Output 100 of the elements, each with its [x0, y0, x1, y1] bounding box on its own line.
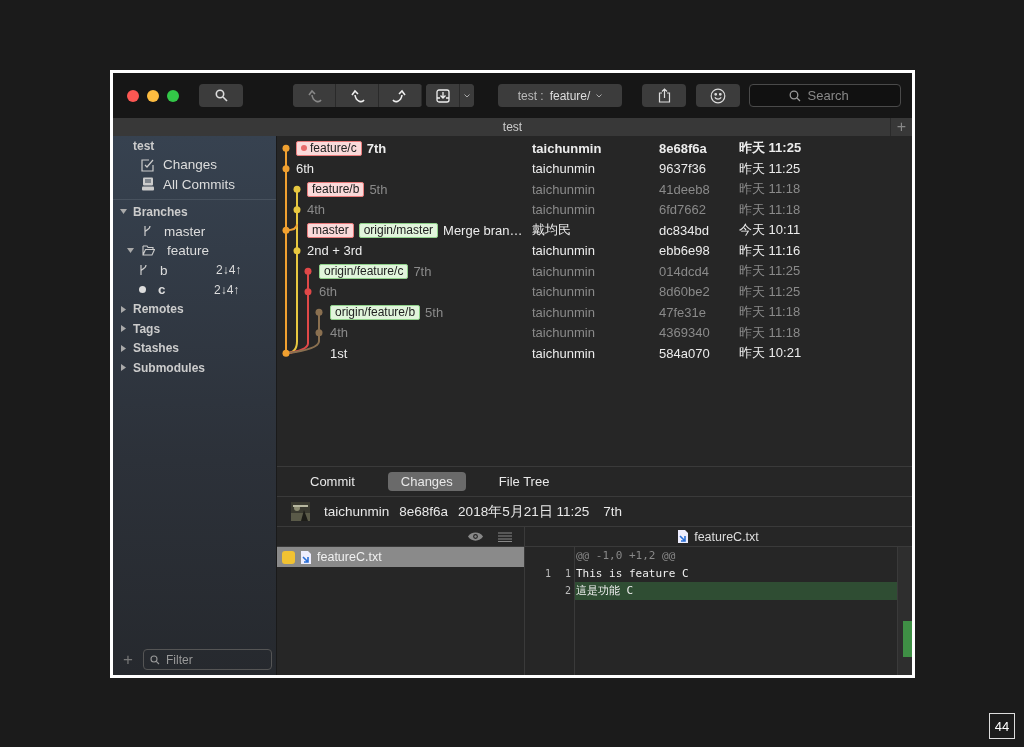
remote-branch-label[interactable]: origin/master — [358, 222, 439, 238]
line-number: 1 — [563, 567, 572, 579]
sidebar-item[interactable]: Changes — [113, 155, 276, 175]
search-icon — [150, 654, 160, 665]
branch-icon — [139, 264, 148, 277]
commit-author: taichunmin — [532, 325, 596, 341]
commit-author: taichunmin — [532, 140, 603, 156]
branch-name[interactable]: b — [160, 262, 208, 278]
detail-tab[interactable]: Changes — [387, 472, 466, 491]
ahead-behind-count: 2↓4↑ — [214, 282, 240, 297]
branch-name[interactable]: feature — [167, 243, 210, 259]
commit-hash: 014dcd4 — [659, 263, 710, 279]
commit-message: 1st — [330, 345, 348, 361]
commit-author: taichunmin — [532, 284, 596, 300]
branch-label[interactable]: feature/b — [307, 181, 365, 197]
filter-field[interactable]: Filter — [143, 649, 272, 670]
sidebar-section-header[interactable]: Remotes — [113, 299, 276, 319]
disclosure-triangle-icon — [120, 208, 127, 216]
sidebar-section-header[interactable]: Submodules — [113, 358, 276, 378]
commit-message: Merge bran… — [443, 222, 523, 238]
author-name: taichunmin — [324, 504, 390, 519]
chevron-down-icon — [464, 93, 470, 98]
list-icon — [498, 531, 512, 542]
commit-hash: 8e68f6a — [659, 140, 708, 156]
commit-message: 6th — [296, 161, 315, 177]
minimize-window-icon — [147, 89, 159, 102]
search-button[interactable] — [199, 84, 243, 107]
commit-date: 昨天 10:21 — [739, 344, 803, 363]
fetch-button[interactable] — [293, 84, 336, 107]
commit-message: 5th — [369, 181, 388, 197]
commit-date: 昨天 11:18 — [739, 180, 802, 199]
repository-name: test — [132, 138, 156, 155]
search-icon — [788, 89, 801, 102]
commit-author: taichunmin — [532, 202, 596, 218]
disclosure-triangle-icon — [120, 325, 127, 333]
commit-author: taichunmin — [532, 345, 596, 361]
search-field[interactable]: Search — [749, 84, 901, 107]
diff-file-name: featureC.txt — [694, 529, 759, 544]
filter-input[interactable]: Filter — [164, 651, 254, 668]
curved-arrow-up-icon — [391, 88, 409, 103]
commit-date: 昨天 11:18 — [739, 303, 802, 322]
disclosure-triangle-icon — [120, 364, 127, 372]
branch-label[interactable]: feature/c — [296, 140, 362, 156]
commit-hash: 8e68f6a — [399, 504, 449, 519]
inbox-tray-icon — [141, 177, 155, 192]
commit-hash: dc834bd — [659, 222, 710, 238]
share-icon — [657, 88, 671, 103]
commit-author: 戴均民 — [532, 221, 572, 240]
commit-author: taichunmin — [532, 243, 596, 259]
sidebar-item[interactable]: All Commits — [113, 174, 276, 194]
commit-message: 4th — [330, 325, 349, 341]
commit-hash: 6fd7662 — [659, 202, 707, 218]
share-button[interactable] — [642, 84, 686, 107]
commit-message: 7th — [413, 263, 432, 279]
commit-author: taichunmin — [532, 263, 596, 279]
sidebar-section-header[interactable]: Branches — [113, 202, 276, 222]
smiley-icon — [710, 87, 726, 104]
curved-arrow-left-icon — [305, 88, 323, 103]
modified-badge-icon — [282, 550, 295, 564]
commit-hash: 4369340 — [659, 325, 711, 341]
branch-name[interactable]: master — [164, 223, 206, 239]
slide-number: 44 — [989, 713, 1015, 739]
branch-label[interactable]: master — [307, 222, 354, 238]
commit-hash: 8d60be2 — [659, 284, 711, 300]
line-number: 2 — [563, 585, 572, 597]
disclosure-triangle-icon — [120, 305, 127, 313]
sidebar-section-header[interactable]: Tags — [113, 319, 276, 339]
zoom-window-icon — [167, 89, 179, 102]
commit-date: 昨天 11:25 — [739, 139, 803, 158]
commit-author: taichunmin — [532, 161, 596, 177]
remote-branch-label[interactable]: origin/feature/c — [319, 263, 409, 279]
detail-tab[interactable]: Commit — [297, 472, 368, 491]
disclosure-triangle-icon — [127, 247, 134, 255]
commit-date: 昨天 11:18 — [739, 200, 802, 219]
commit-hash: 9637f36 — [659, 161, 707, 177]
search-input[interactable]: Search — [805, 87, 862, 104]
sidebar-section-header[interactable]: Stashes — [113, 338, 276, 358]
commit-date: 昨天 11:18 — [739, 323, 802, 342]
search-icon — [214, 89, 228, 102]
eye-icon — [467, 531, 484, 542]
line-number: 1 — [543, 567, 552, 579]
checkbox-pencil-icon — [141, 157, 155, 172]
detail-tab[interactable]: File Tree — [485, 472, 563, 491]
hunk-header: @@ -1,0 +1,2 @@ — [575, 548, 677, 564]
commit-message: 4th — [307, 202, 326, 218]
branch-selector[interactable]: test : feature/ — [498, 84, 622, 107]
file-icon — [678, 530, 689, 543]
remote-branch-label[interactable]: origin/feature/b — [330, 304, 421, 320]
disclosure-triangle-icon — [120, 344, 127, 352]
stash-button[interactable] — [426, 84, 460, 107]
commit-date: 今天 10:11 — [739, 221, 802, 240]
branch-name[interactable]: c — [158, 282, 206, 298]
commit-date: 昨天 11:25 — [739, 262, 802, 281]
close-window-icon — [127, 89, 139, 102]
repository-tab[interactable]: test — [502, 120, 523, 134]
tray-download-icon — [435, 88, 450, 103]
emoji-button[interactable] — [696, 84, 740, 107]
commit-hash: ebb6e98 — [659, 243, 711, 259]
chevron-down-icon — [596, 93, 603, 98]
commit-message: 7th — [603, 504, 622, 519]
